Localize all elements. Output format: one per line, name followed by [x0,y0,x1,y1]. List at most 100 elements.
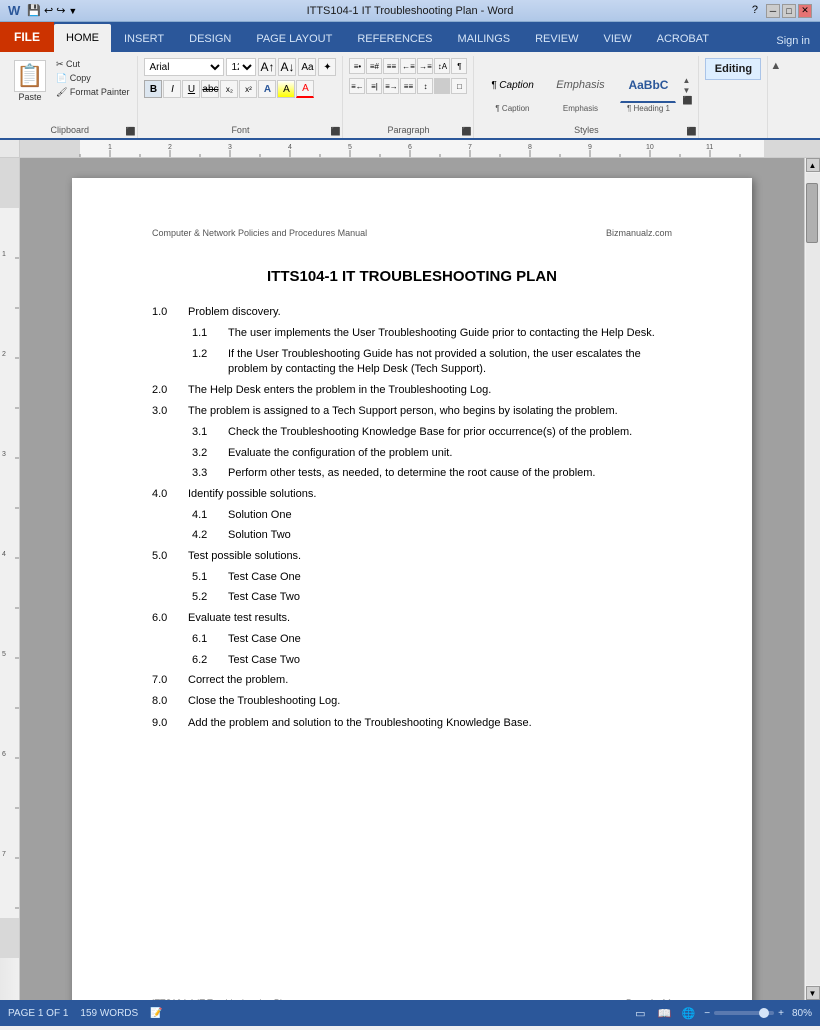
section-row[interactable]: 9.0Add the problem and solution to the T… [152,716,672,731]
sub-row[interactable]: 3.1Check the Troubleshooting Knowledge B… [192,425,672,440]
minimize-button[interactable]: ─ [766,4,780,18]
bullet-list-button[interactable]: ≡• [349,58,365,74]
section-row[interactable]: 3.0The problem is assigned to a Tech Sup… [152,404,672,419]
sort-button[interactable]: ↕A [434,58,450,74]
tab-mailings[interactable]: MAILINGS [446,26,523,52]
style-emphasis[interactable]: Emphasis Emphasis [548,65,612,115]
zoom-level[interactable]: 80% [792,1008,812,1019]
text-effects-button[interactable]: A [258,80,276,98]
sub-row[interactable]: 4.1Solution One [192,508,672,523]
number-list-button[interactable]: ≡# [366,58,382,74]
document-check-icon[interactable]: 📝 [150,1008,162,1019]
sub-row[interactable]: 1.2If the User Troubleshooting Guide has… [192,347,672,378]
section-row[interactable]: 5.0Test possible solutions. [152,549,672,564]
content-area[interactable]: Computer & Network Policies and Procedur… [20,158,804,1000]
read-mode-button[interactable]: 📖 [656,1007,672,1020]
restore-button[interactable]: □ [782,4,796,18]
tab-page-layout[interactable]: PAGE LAYOUT [244,26,344,52]
styles-expand-arrow[interactable]: ⬛ [682,96,692,105]
tab-file[interactable]: FILE [0,22,54,52]
section-row[interactable]: 6.0Evaluate test results. [152,611,672,626]
sub-row[interactable]: 3.2Evaluate the configuration of the pro… [192,446,672,461]
tab-review[interactable]: REVIEW [523,26,590,52]
document-page[interactable]: Computer & Network Policies and Procedur… [72,178,752,1000]
tab-insert[interactable]: INSERT [112,26,176,52]
section-row[interactable]: 8.0Close the Troubleshooting Log. [152,694,672,709]
print-layout-button[interactable]: ▭ [632,1007,648,1020]
paste-button[interactable]: 📋 Paste [8,58,52,104]
scroll-down-button[interactable]: ▼ [806,986,820,1000]
justify-button[interactable]: ≡≡ [400,78,416,94]
scroll-thumb[interactable] [806,183,818,243]
vertical-scrollbar[interactable]: ▲ ▼ [804,158,820,1000]
subscript-button[interactable]: x₂ [220,80,238,98]
align-left-button[interactable]: ≡← [349,78,365,94]
paragraph-expand-icon[interactable]: ⬛ [461,127,471,136]
section-row[interactable]: 1.0Problem discovery. [152,305,672,320]
tab-acrobat[interactable]: ACROBAT [645,26,721,52]
change-case-button[interactable]: Aa [298,58,316,76]
clear-format-button[interactable]: ✦ [318,58,336,76]
scroll-track[interactable] [806,173,820,985]
font-size-select[interactable]: 12 [226,58,256,76]
sub-row[interactable]: 1.1The user implements the User Troubles… [192,326,672,341]
font-color-button[interactable]: A [296,80,314,98]
undo-icon[interactable]: ↩ [44,4,53,17]
tab-design[interactable]: DESIGN [177,26,243,52]
cut-button[interactable]: ✂ Cut [54,58,131,71]
font-expand-icon[interactable]: ⬛ [330,127,340,136]
section-row[interactable]: 4.0Identify possible solutions. [152,487,672,502]
sign-in-button[interactable]: Sign in [766,30,820,52]
tab-references[interactable]: REFERENCES [345,26,444,52]
style-heading1[interactable]: AaBbC ¶ Heading 1 [616,65,680,115]
zoom-slider[interactable] [714,1011,774,1015]
sub-row[interactable]: 5.2Test Case Two [192,590,672,605]
decrease-font-button[interactable]: A↓ [278,58,296,76]
customize-icon[interactable]: ▼ [68,6,77,16]
zoom-in-button[interactable]: + [778,1008,784,1019]
decrease-indent-button[interactable]: ←≡ [400,58,416,74]
font-name-select[interactable]: Arial [144,58,224,76]
copy-button[interactable]: 📄 Copy [54,72,131,85]
align-center-button[interactable]: ≡| [366,78,382,94]
ruler-corner[interactable] [0,140,20,158]
sub-row[interactable]: 3.3Perform other tests, as needed, to de… [192,466,672,481]
shading-button[interactable] [434,78,450,94]
styles-scroll-down[interactable]: ▼ [682,86,692,95]
underline-button[interactable]: U [182,80,200,98]
superscript-button[interactable]: x² [239,80,257,98]
italic-button[interactable]: I [163,80,181,98]
section-row[interactable]: 2.0The Help Desk enters the problem in t… [152,383,672,398]
document-title[interactable]: ITTS104-1 IT TROUBLESHOOTING PLAN [152,268,672,285]
sub-row[interactable]: 4.2Solution Two [192,528,672,543]
zoom-thumb[interactable] [759,1008,769,1018]
clipboard-expand-icon[interactable]: ⬛ [125,127,135,136]
styles-scroll-up[interactable]: ▲ [682,76,692,85]
bold-button[interactable]: B [144,80,162,98]
sub-row[interactable]: 6.1Test Case One [192,632,672,647]
document-content[interactable]: 1.0Problem discovery. 1.1The user impleme… [152,305,672,731]
style-caption[interactable]: ¶ Caption ¶ Caption [480,65,544,115]
web-layout-button[interactable]: 🌐 [680,1007,696,1020]
increase-indent-button[interactable]: →≡ [417,58,433,74]
increase-font-button[interactable]: A↑ [258,58,276,76]
format-painter-button[interactable]: 🖌 Format Painter [54,86,131,99]
sub-row[interactable]: 5.1Test Case One [192,570,672,585]
scroll-up-button[interactable]: ▲ [806,158,820,172]
tab-home[interactable]: HOME [54,24,111,52]
save-icon[interactable]: 💾 [27,4,41,17]
section-row[interactable]: 7.0Correct the problem. [152,673,672,688]
sub-row[interactable]: 6.2Test Case Two [192,653,672,668]
multi-list-button[interactable]: ≡≡ [383,58,399,74]
text-highlight-button[interactable]: A [277,80,295,98]
show-marks-button[interactable]: ¶ [451,58,467,74]
zoom-out-button[interactable]: − [704,1008,710,1019]
styles-expand-icon[interactable]: ⬛ [686,127,696,136]
close-button[interactable]: ✕ [798,4,812,18]
border-button[interactable]: □ [451,78,467,94]
ribbon-collapse[interactable]: ▲ [768,56,783,138]
strikethrough-button[interactable]: abc [201,80,219,98]
help-button[interactable]: ? [752,4,758,18]
align-right-button[interactable]: ≡→ [383,78,399,94]
line-spacing-button[interactable]: ↕ [417,78,433,94]
